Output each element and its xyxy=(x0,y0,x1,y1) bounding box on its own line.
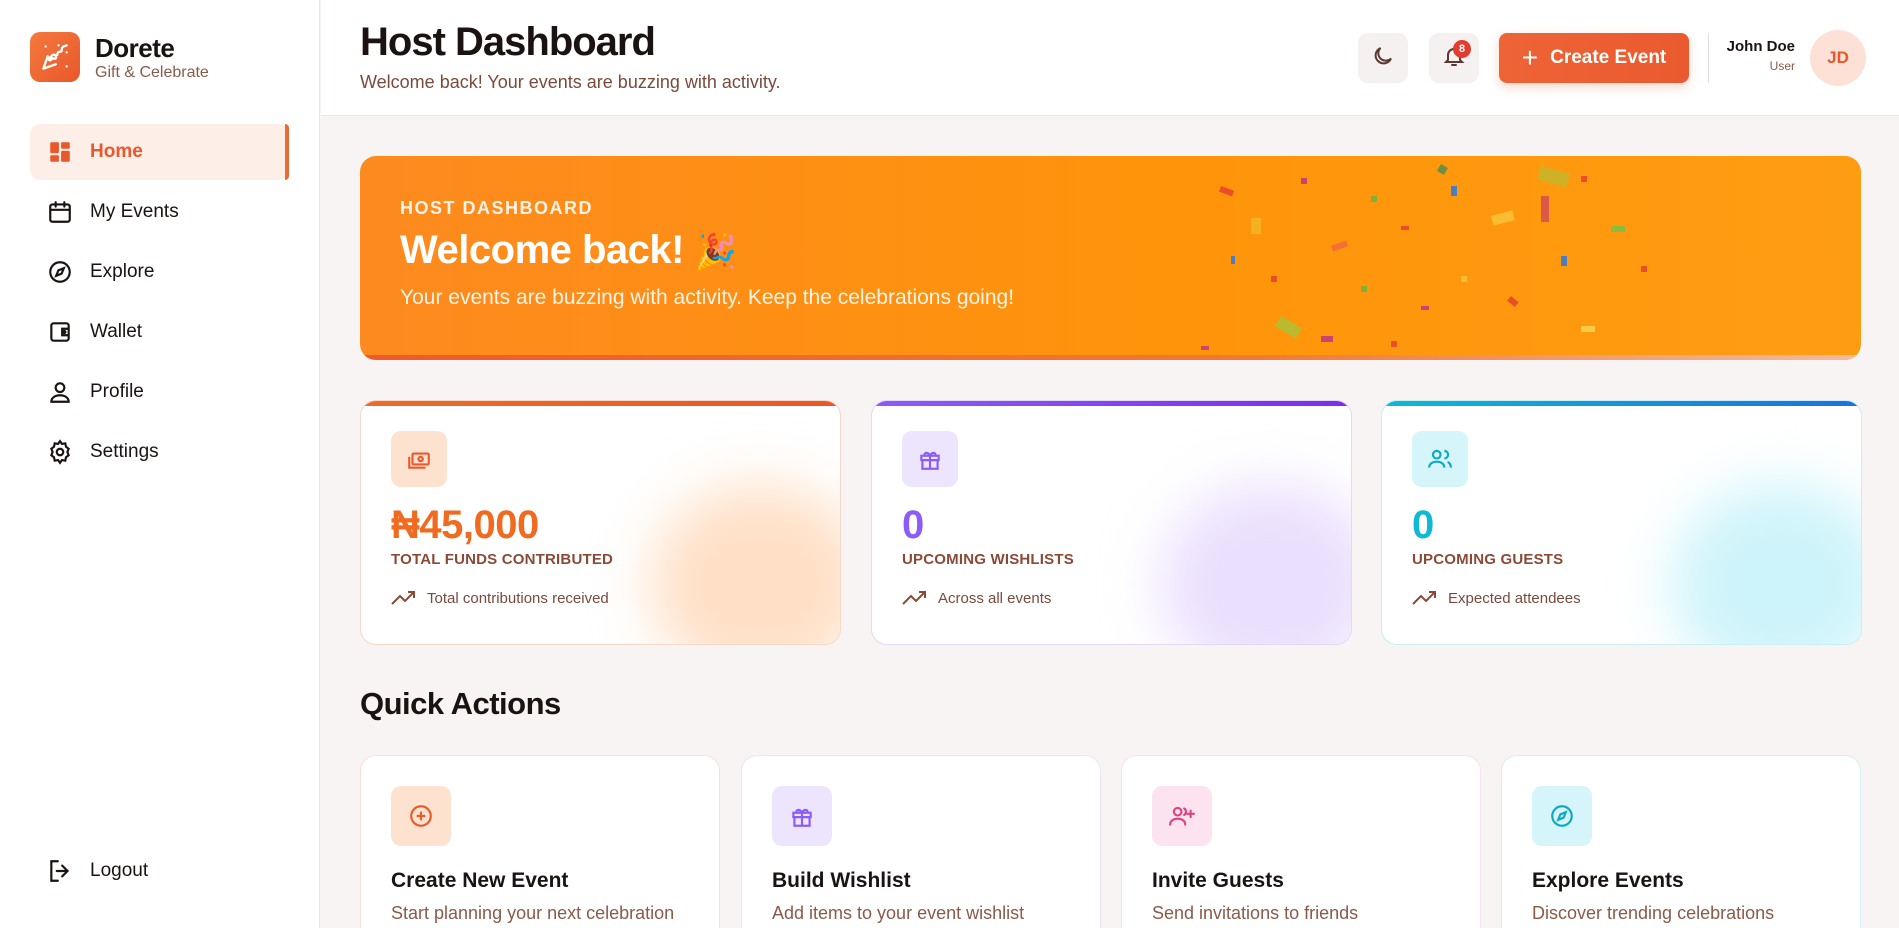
quick-action-title: Explore Events xyxy=(1532,869,1684,892)
quick-action-desc: Start planning your next celebration xyxy=(391,903,675,923)
brand-name: Dorete xyxy=(95,32,175,63)
card-accent-bar xyxy=(1382,401,1861,406)
card-glow xyxy=(1671,484,1861,644)
gift-icon xyxy=(772,786,832,846)
quick-action-title: Invite Guests xyxy=(1152,869,1284,892)
banner-kicker: HOST DASHBOARD xyxy=(400,198,594,218)
quick-action-invite-guests[interactable]: Invite Guests Send invitations to friend… xyxy=(1121,755,1481,928)
card-accent-bar xyxy=(361,401,840,406)
sidebar-item-my-events[interactable]: My Events xyxy=(30,184,289,240)
trending-up-icon xyxy=(1412,591,1436,605)
quick-action-explore-events[interactable]: Explore Events Discover trending celebra… xyxy=(1501,755,1861,928)
notification-count-badge: 8 xyxy=(1453,40,1471,58)
stat-card-funds[interactable]: ₦45,000 TOTAL FUNDS CONTRIBUTED Total co… xyxy=(360,400,841,645)
dashboard-icon xyxy=(46,138,74,166)
stat-note: Across all events xyxy=(902,589,1051,607)
plus-circle-icon xyxy=(391,786,451,846)
brand[interactable]: Dorete Gift & Celebrate xyxy=(30,32,209,82)
page-title: Host Dashboard xyxy=(360,20,656,64)
party-emoji-icon: 🎉 xyxy=(694,233,737,271)
user-role: User xyxy=(1769,59,1795,73)
banner-title-text: Welcome back! xyxy=(400,228,685,272)
user-icon xyxy=(46,378,74,406)
page-subtitle: Welcome back! Your events are buzzing wi… xyxy=(360,72,781,92)
stat-note: Total contributions received xyxy=(391,589,609,607)
quick-action-desc: Discover trending celebrations xyxy=(1532,903,1775,923)
notifications-button[interactable]: 8 xyxy=(1429,33,1479,83)
gift-icon xyxy=(902,431,958,487)
stat-card-guests[interactable]: 0 UPCOMING GUESTS Expected attendees xyxy=(1381,400,1862,645)
sidebar-item-profile[interactable]: Profile xyxy=(30,364,289,420)
create-event-button[interactable]: + Create Event xyxy=(1499,33,1689,83)
compass-icon xyxy=(1532,786,1592,846)
sidebar-item-label: Wallet xyxy=(90,321,143,342)
stat-note-text: Total contributions received xyxy=(427,589,609,607)
stat-note-text: Expected attendees xyxy=(1448,589,1581,607)
stat-value: 0 xyxy=(902,503,924,547)
users-icon xyxy=(1412,431,1468,487)
user-plus-icon xyxy=(1152,786,1212,846)
plus-icon: + xyxy=(1521,42,1539,73)
avatar[interactable]: JD xyxy=(1810,30,1866,86)
sidebar-item-label: Profile xyxy=(90,381,144,402)
stat-card-wishlists[interactable]: 0 UPCOMING WISHLISTS Across all events xyxy=(871,400,1352,645)
card-glow xyxy=(1161,484,1351,644)
stat-value: 0 xyxy=(1412,503,1434,547)
money-icon xyxy=(391,431,447,487)
quick-action-title: Create New Event xyxy=(391,869,569,892)
stat-label: UPCOMING GUESTS xyxy=(1412,551,1564,568)
stat-note-text: Across all events xyxy=(938,589,1052,607)
compass-icon xyxy=(46,258,74,286)
sidebar-item-label: Explore xyxy=(90,261,155,282)
brand-tagline: Gift & Celebrate xyxy=(95,63,209,81)
calendar-icon xyxy=(46,198,74,226)
quick-action-desc: Send invitations to friends xyxy=(1152,903,1359,923)
banner-subtitle: Your events are buzzing with activity. K… xyxy=(400,286,1015,309)
sidebar-item-label: Home xyxy=(90,141,143,162)
quick-action-desc: Add items to your event wishlist xyxy=(772,903,1025,923)
top-header: Host Dashboard Welcome back! Your events… xyxy=(321,0,1899,116)
moon-icon xyxy=(1371,44,1395,73)
stat-note: Expected attendees xyxy=(1412,589,1581,607)
sidebar-item-label: My Events xyxy=(90,201,179,222)
sidebar-item-explore[interactable]: Explore xyxy=(30,244,289,300)
quick-action-build-wishlist[interactable]: Build Wishlist Add items to your event w… xyxy=(741,755,1101,928)
header-divider xyxy=(1708,33,1709,83)
logout-label: Logout xyxy=(90,860,149,881)
logout-icon xyxy=(46,857,74,885)
stat-label: TOTAL FUNDS CONTRIBUTED xyxy=(391,551,614,568)
stat-label: UPCOMING WISHLISTS xyxy=(902,551,1074,568)
logout-button[interactable]: Logout xyxy=(30,843,289,899)
sidebar-item-settings[interactable]: Settings xyxy=(30,424,289,480)
trending-up-icon xyxy=(391,591,415,605)
stat-value: ₦45,000 xyxy=(391,503,539,547)
card-accent-bar xyxy=(872,401,1351,406)
sidebar-nav: Home My Events Explore Wallet Profile Se… xyxy=(30,124,289,484)
welcome-banner: HOST DASHBOARD Welcome back! 🎉 Your even… xyxy=(360,156,1861,360)
user-name: John Doe xyxy=(1726,38,1795,55)
quick-action-title: Build Wishlist xyxy=(772,869,911,892)
sidebar-item-label: Settings xyxy=(90,441,159,462)
sidebar-item-wallet[interactable]: Wallet xyxy=(30,304,289,360)
card-glow xyxy=(650,484,840,644)
trending-up-icon xyxy=(902,591,926,605)
gear-icon xyxy=(46,438,74,466)
quick-action-create-event[interactable]: Create New Event Start planning your nex… xyxy=(360,755,720,928)
confetti-decoration xyxy=(1201,164,1647,350)
wallet-icon xyxy=(46,318,74,346)
create-event-label: Create Event xyxy=(1550,47,1667,68)
party-popper-icon xyxy=(30,32,80,82)
sidebar-item-home[interactable]: Home xyxy=(30,124,289,180)
theme-toggle-button[interactable] xyxy=(1358,33,1408,83)
sidebar: Dorete Gift & Celebrate Home My Events E… xyxy=(0,0,320,928)
quick-actions-title: Quick Actions xyxy=(360,686,561,721)
banner-title: Welcome back! 🎉 xyxy=(400,228,737,273)
